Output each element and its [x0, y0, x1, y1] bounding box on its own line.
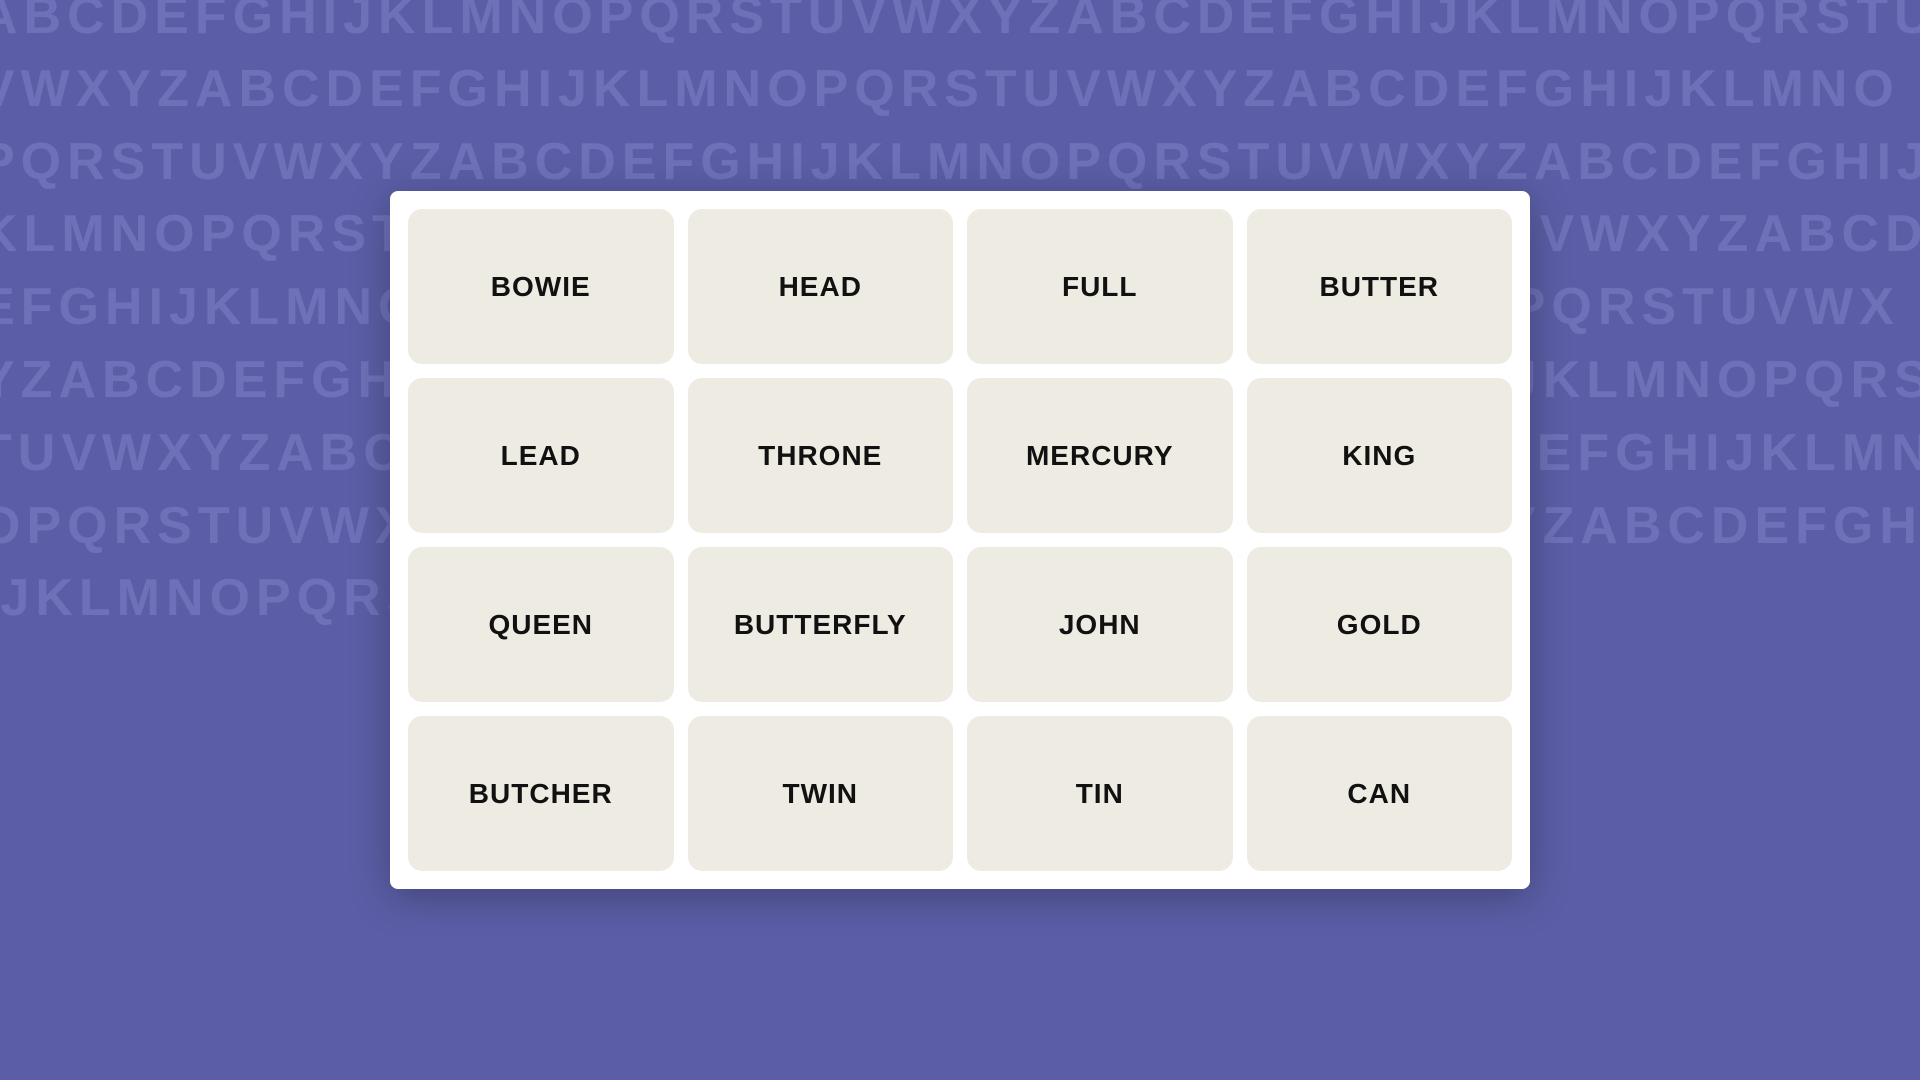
cell-mercury[interactable]: MERCURY — [967, 378, 1233, 533]
cell-label-queen: QUEEN — [488, 609, 593, 641]
cell-label-gold: GOLD — [1337, 609, 1422, 641]
cell-bowie[interactable]: BOWIE — [408, 209, 674, 364]
cell-label-throne: THRONE — [758, 440, 882, 472]
cell-butterfly[interactable]: BUTTERFLY — [688, 547, 954, 702]
cell-label-butter: BUTTER — [1319, 271, 1439, 303]
cell-twin[interactable]: TWIN — [688, 716, 954, 871]
cell-tin[interactable]: TIN — [967, 716, 1233, 871]
cell-head[interactable]: HEAD — [688, 209, 954, 364]
cell-lead[interactable]: LEAD — [408, 378, 674, 533]
cell-full[interactable]: FULL — [967, 209, 1233, 364]
cell-john[interactable]: JOHN — [967, 547, 1233, 702]
cell-butter[interactable]: BUTTER — [1247, 209, 1513, 364]
cell-label-full: FULL — [1062, 271, 1138, 303]
cell-gold[interactable]: GOLD — [1247, 547, 1513, 702]
cell-butcher[interactable]: BUTCHER — [408, 716, 674, 871]
cell-label-mercury: MERCURY — [1026, 440, 1174, 472]
card-panel: BOWIE HEAD FULL BUTTER LEAD THRONE MERCURY KING… — [390, 191, 1530, 889]
cell-label-king: KING — [1342, 440, 1416, 472]
cell-queen[interactable]: QUEEN — [408, 547, 674, 702]
cell-label-head: HEAD — [779, 271, 862, 303]
cell-can[interactable]: CAN — [1247, 716, 1513, 871]
word-grid: BOWIE HEAD FULL BUTTER LEAD THRONE MERCURY KING… — [408, 209, 1512, 871]
cell-label-can: CAN — [1347, 778, 1411, 810]
cell-label-lead: LEAD — [501, 440, 581, 472]
cell-label-john: JOHN — [1059, 609, 1141, 641]
cell-label-twin: TWIN — [782, 778, 858, 810]
cell-label-tin: TIN — [1076, 778, 1124, 810]
cell-label-bowie: BOWIE — [491, 271, 591, 303]
cell-king[interactable]: KING — [1247, 378, 1513, 533]
cell-label-butcher: BUTCHER — [469, 778, 613, 810]
cell-label-butterfly: BUTTERFLY — [734, 609, 907, 641]
cell-throne[interactable]: THRONE — [688, 378, 954, 533]
